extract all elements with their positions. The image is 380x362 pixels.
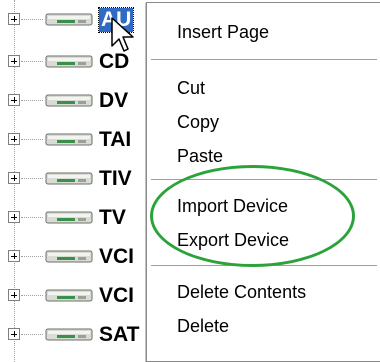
tree-node-label[interactable]: SAT	[99, 323, 139, 347]
menu-item-delete-contents[interactable]: Delete Contents	[177, 277, 306, 307]
expand-icon[interactable]	[8, 289, 20, 301]
tree-node-label[interactable]: VCI	[99, 284, 134, 308]
tree-node-label[interactable]: TV	[99, 206, 126, 230]
menu-item-export-device[interactable]: Export Device	[177, 225, 289, 255]
tree-connector	[21, 256, 43, 257]
tree-connector	[21, 217, 43, 218]
tree-node-label[interactable]: TAI	[99, 128, 131, 152]
menu-item-copy[interactable]: Copy	[177, 107, 219, 137]
expand-icon[interactable]	[8, 172, 20, 184]
device-icon	[45, 172, 93, 185]
menu-separator	[151, 179, 377, 181]
tree-node-label[interactable]: VCI	[99, 245, 134, 269]
menu-item-cut[interactable]: Cut	[177, 73, 205, 103]
context-menu: Insert Page Cut Copy Paste Import Device…	[146, 2, 380, 362]
expand-icon[interactable]	[8, 13, 20, 25]
device-icon	[45, 250, 93, 263]
menu-separator	[151, 265, 377, 267]
tree-connector	[21, 100, 43, 101]
device-icon	[45, 328, 93, 341]
tree-node-label[interactable]: TIV	[99, 167, 132, 191]
device-icon	[45, 94, 93, 107]
menu-item-insert-page[interactable]: Insert Page	[177, 17, 269, 47]
expand-icon[interactable]	[8, 328, 20, 340]
menu-item-paste[interactable]: Paste	[177, 141, 223, 171]
tree-connector	[21, 139, 43, 140]
expand-icon[interactable]	[8, 133, 20, 145]
tree-connector	[21, 19, 43, 20]
tree-connector	[21, 178, 43, 179]
tree-connector	[21, 61, 43, 62]
tree-node-label[interactable]: DV	[99, 89, 128, 113]
expand-icon[interactable]	[8, 94, 20, 106]
menu-item-delete[interactable]: Delete	[177, 311, 229, 341]
tree-connector	[21, 334, 43, 335]
device-icon	[45, 133, 93, 146]
device-icon	[45, 211, 93, 224]
menu-item-import-device[interactable]: Import Device	[177, 191, 288, 221]
expand-icon[interactable]	[8, 55, 20, 67]
expand-icon[interactable]	[8, 250, 20, 262]
device-icon	[45, 289, 93, 302]
device-icon	[45, 55, 93, 68]
expand-icon[interactable]	[8, 211, 20, 223]
device-icon	[45, 13, 93, 26]
mouse-pointer-icon	[111, 17, 134, 52]
tree-connector	[21, 295, 43, 296]
menu-separator	[151, 59, 377, 61]
screenshot-stage: AU CD DV TAI TIV TV VCI VCI SAT Insert P…	[0, 0, 380, 362]
